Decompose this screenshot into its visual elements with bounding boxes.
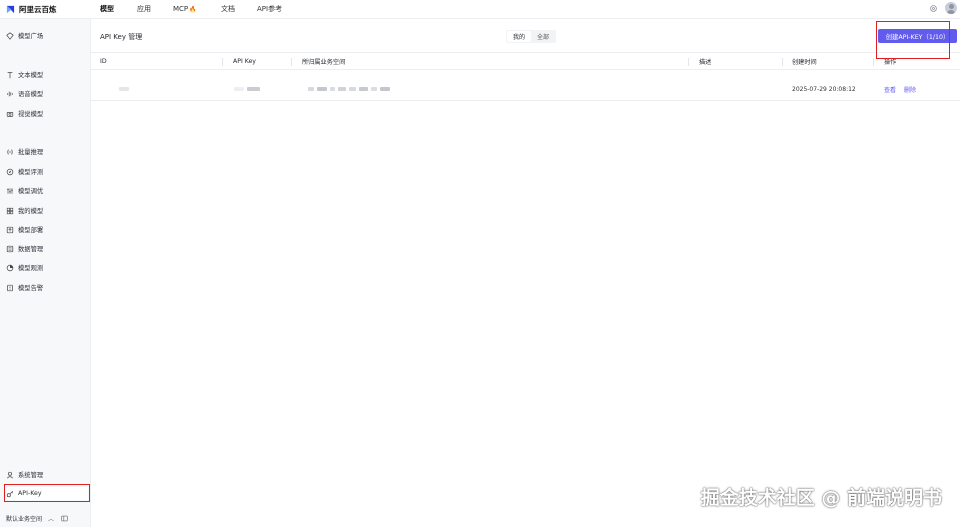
- sidebar: 模型广场 文本模型 语音模型 视觉模型 批量推理 模型评测 模型调优 我的模型 …: [0, 19, 91, 527]
- deploy-icon: [6, 226, 14, 233]
- page-title: API Key 管理: [100, 33, 143, 41]
- cell-created-time: 2025-07-29 20:08:12: [792, 85, 856, 93]
- sidebar-collapse-icon[interactable]: [61, 515, 68, 522]
- key-icon: [6, 490, 14, 497]
- main-content: API Key 管理 我的 全部 创建API-KEY（1/10） ID API …: [91, 19, 960, 527]
- column-divider: [873, 58, 874, 66]
- column-divider: [291, 58, 292, 66]
- ownership-filter: 我的 全部: [506, 30, 557, 43]
- sidebar-item-label: 数据管理: [18, 246, 44, 253]
- top-bar: 阿里云百炼 模型 应用 MCP 🔥 文档 API参考: [0, 0, 960, 19]
- sidebar-item-my-models[interactable]: 我的模型: [6, 204, 88, 217]
- sidebar-item-text-model[interactable]: 文本模型: [6, 68, 88, 81]
- table-header: ID API Key 所归属业务空间 描述 创建时间 操作: [91, 52, 960, 70]
- sidebar-item-model-alerts[interactable]: 模型告警: [6, 281, 88, 294]
- redacted-block: [317, 87, 327, 91]
- cell-actions: 查看 删除: [884, 78, 924, 100]
- filter-all[interactable]: 全部: [531, 31, 555, 42]
- sidebar-item-label: 模型告警: [18, 285, 44, 292]
- cell-workspace-redacted: [308, 78, 393, 100]
- chevron-up-icon[interactable]: ︿: [48, 514, 54, 523]
- top-right-tools: [929, 2, 957, 14]
- waveform-icon: [7, 91, 13, 96]
- view-link[interactable]: 查看: [884, 85, 896, 94]
- sidebar-item-label: 模型部署: [18, 227, 44, 234]
- gear-icon[interactable]: [929, 4, 938, 13]
- sidebar-item-api-key[interactable]: API-Key: [6, 487, 88, 500]
- sidebar-item-label: 模型广场: [18, 33, 44, 40]
- column-header-created-time: 创建时间: [792, 59, 817, 66]
- redacted-block: [371, 87, 377, 91]
- sidebar-item-label: 文本模型: [18, 72, 44, 79]
- redacted-block: [330, 87, 335, 91]
- sidebar-item-label: 我的模型: [18, 208, 44, 215]
- topnav-api-reference[interactable]: API参考: [257, 0, 282, 19]
- fire-icon: 🔥: [189, 5, 197, 13]
- compass-icon: [6, 168, 14, 175]
- sidebar-item-label: 批量推理: [18, 149, 44, 156]
- grid-icon: [6, 207, 14, 214]
- column-header-id: ID: [100, 58, 107, 65]
- topnav-docs[interactable]: 文档: [221, 0, 235, 19]
- sidebar-item-system-management[interactable]: 系统管理: [6, 468, 88, 481]
- topnav-mcp[interactable]: MCP 🔥: [173, 0, 197, 19]
- sidebar-item-model-evaluation[interactable]: 模型评测: [6, 165, 88, 178]
- delete-link[interactable]: 删除: [904, 85, 916, 94]
- redacted-block: [380, 87, 390, 91]
- sidebar-item-model-square[interactable]: 模型广场: [6, 29, 88, 42]
- brand-logo-icon: [6, 5, 15, 13]
- create-api-key-button[interactable]: 创建API-KEY（1/10）: [878, 29, 957, 43]
- column-header-actions: 操作: [884, 59, 897, 66]
- topnav-mcp-label: MCP: [173, 5, 189, 13]
- text-icon: [7, 71, 13, 78]
- column-header-workspace: 所归属业务空间: [302, 59, 346, 66]
- sidebar-item-vision-model[interactable]: 视觉模型: [6, 107, 88, 120]
- database-icon: [6, 245, 14, 252]
- topnav-apps[interactable]: 应用: [137, 0, 151, 19]
- sidebar-item-label: 模型评测: [18, 169, 44, 176]
- redacted-block: [119, 87, 129, 91]
- sidebar-item-label: API-Key: [18, 490, 42, 497]
- user-icon: [6, 471, 14, 478]
- redacted-block: [349, 87, 356, 91]
- sidebar-item-model-observation[interactable]: 模型观测: [6, 261, 88, 274]
- column-divider: [782, 58, 783, 66]
- workspace-switcher[interactable]: 默认业务空间 ︿: [6, 513, 88, 523]
- sidebar-item-model-tuning[interactable]: 模型调优: [6, 184, 88, 197]
- brand[interactable]: 阿里云百炼: [0, 4, 91, 15]
- sidebar-item-speech-model[interactable]: 语音模型: [6, 87, 88, 100]
- table-row: 2025-07-29 20:08:12 查看 删除: [91, 78, 960, 101]
- brackets-icon: [7, 148, 13, 155]
- brand-name: 阿里云百炼: [19, 4, 57, 14]
- sidebar-item-label: 模型观测: [18, 265, 44, 272]
- filter-mine[interactable]: 我的: [507, 31, 532, 42]
- pie-icon: [6, 264, 14, 271]
- column-header-api-key: API Key: [233, 58, 256, 65]
- avatar[interactable]: [945, 2, 957, 14]
- column-divider: [688, 58, 689, 66]
- camera-icon: [6, 111, 14, 117]
- sidebar-item-label: 系统管理: [18, 472, 44, 479]
- sidebar-item-data-management[interactable]: 数据管理: [6, 242, 88, 255]
- cell-id-redacted: [119, 78, 132, 100]
- redacted-block: [247, 87, 260, 91]
- column-header-description: 描述: [699, 59, 712, 66]
- redacted-block: [338, 87, 346, 91]
- redacted-block: [234, 87, 244, 91]
- redacted-block: [359, 87, 368, 91]
- column-divider: [222, 58, 223, 66]
- document-alert-icon: [7, 284, 13, 291]
- sliders-icon: [7, 187, 13, 194]
- topnav-models[interactable]: 模型: [100, 0, 114, 19]
- model-square-icon: [6, 31, 14, 40]
- sidebar-item-label: 模型调优: [18, 188, 44, 195]
- sidebar-item-label: 语音模型: [18, 91, 44, 98]
- sidebar-item-label: 视觉模型: [18, 111, 44, 118]
- redacted-block: [308, 87, 314, 91]
- sidebar-item-batch-inference[interactable]: 批量推理: [6, 145, 88, 158]
- watermark-text: 掘金技术社区 @ 前端说明书: [700, 487, 942, 509]
- workspace-label: 默认业务空间: [6, 515, 43, 523]
- sidebar-item-model-deployment[interactable]: 模型部署: [6, 223, 88, 236]
- cell-api-key-redacted: [234, 78, 263, 100]
